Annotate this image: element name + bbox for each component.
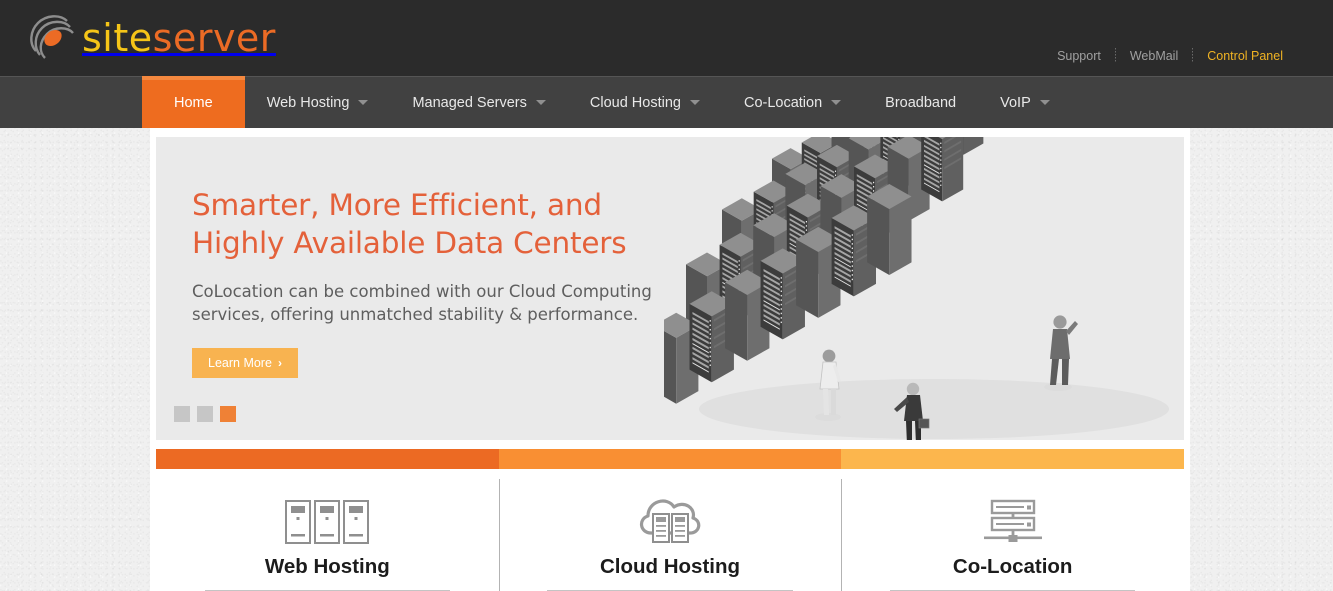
nav-label: Web Hosting (266, 94, 350, 111)
logo-word-site: site (82, 16, 153, 60)
chevron-right-icon: › (277, 356, 282, 371)
nav-item-web-hosting[interactable]: Web Hosting (245, 77, 391, 128)
learn-more-label: Learn More (208, 356, 272, 371)
server-towers-icon (166, 493, 489, 545)
hero-slider: Smarter, More Efficient, and Highly Avai… (156, 137, 1184, 440)
nav-item-broadband[interactable]: Broadband (863, 77, 978, 128)
service-columns: Web Hosting Cloud Hosting Co-Location (156, 449, 1185, 591)
page-content-container: Smarter, More Efficient, and Highly Avai… (150, 128, 1190, 591)
service-card-cloud-hosting[interactable]: Cloud Hosting (498, 449, 842, 591)
hero-title-line-2: Highly Available Data Centers (192, 225, 627, 260)
service-label: Co-Location (952, 555, 1073, 578)
nav-item-co-location[interactable]: Co-Location (722, 77, 863, 128)
hero-subtitle: CoLocation can be combined with our Clou… (192, 280, 662, 327)
service-color-bar (498, 449, 842, 469)
hero-title-line-1: Smarter, More Efficient, and (192, 188, 602, 222)
service-color-bar (841, 449, 1185, 469)
utility-link-control-panel[interactable]: Control Panel (1193, 49, 1283, 63)
hero-subtitle-line-2: services, offering unmatched stability &… (192, 304, 639, 324)
utility-nav: Support WebMail Control Panel (1043, 48, 1283, 63)
service-card-co-location[interactable]: Co-Location (841, 449, 1185, 591)
chevron-down-icon (535, 100, 546, 105)
learn-more-button[interactable]: Learn More › (192, 348, 298, 379)
nav-label: Managed Servers (412, 94, 527, 111)
utility-link-support[interactable]: Support (1043, 49, 1115, 63)
slider-dot-3[interactable] (220, 406, 236, 422)
rack-network-icon (851, 493, 1174, 545)
hero-subtitle-line-1: CoLocation can be combined with our Clou… (192, 281, 652, 301)
datacenter-illustration (664, 137, 1184, 440)
cloud-servers-icon (509, 493, 832, 545)
nav-item-cloud-hosting[interactable]: Cloud Hosting (568, 77, 722, 128)
slider-dot-2[interactable] (197, 406, 213, 422)
logo-word-server: server (152, 16, 276, 60)
site-logo[interactable]: siteserver (26, 12, 276, 64)
utility-link-webmail[interactable]: WebMail (1116, 49, 1192, 63)
nav-item-home[interactable]: Home (142, 76, 245, 128)
chevron-down-icon (831, 100, 842, 105)
slider-pagination (174, 406, 236, 422)
chevron-down-icon (1039, 100, 1050, 105)
service-label: Cloud Hosting (599, 555, 741, 578)
hero-title: Smarter, More Efficient, and Highly Avai… (192, 187, 662, 263)
site-header: siteserver Support WebMail Control Panel (0, 0, 1333, 76)
nav-item-managed-servers[interactable]: Managed Servers (390, 77, 567, 128)
nav-label: Cloud Hosting (589, 94, 681, 111)
slider-dot-1[interactable] (174, 406, 190, 422)
logo-wordmark: siteserver (82, 16, 276, 60)
chevron-down-icon (689, 100, 700, 105)
nav-label: Co-Location (743, 94, 823, 111)
nav-item-voip[interactable]: VoIP (978, 77, 1072, 128)
service-card-web-hosting[interactable]: Web Hosting (156, 449, 499, 591)
service-color-bar (156, 449, 499, 469)
main-nav: Home Web Hosting Managed Servers Cloud H… (0, 76, 1333, 128)
service-label: Web Hosting (264, 555, 390, 578)
nav-label: VoIP (1000, 94, 1031, 111)
nav-label: Home (174, 94, 213, 111)
chevron-down-icon (358, 100, 369, 105)
nav-label: Broadband (885, 94, 957, 111)
orbit-swoosh-logo-icon (30, 15, 74, 59)
hero-copy: Smarter, More Efficient, and Highly Avai… (192, 187, 662, 379)
